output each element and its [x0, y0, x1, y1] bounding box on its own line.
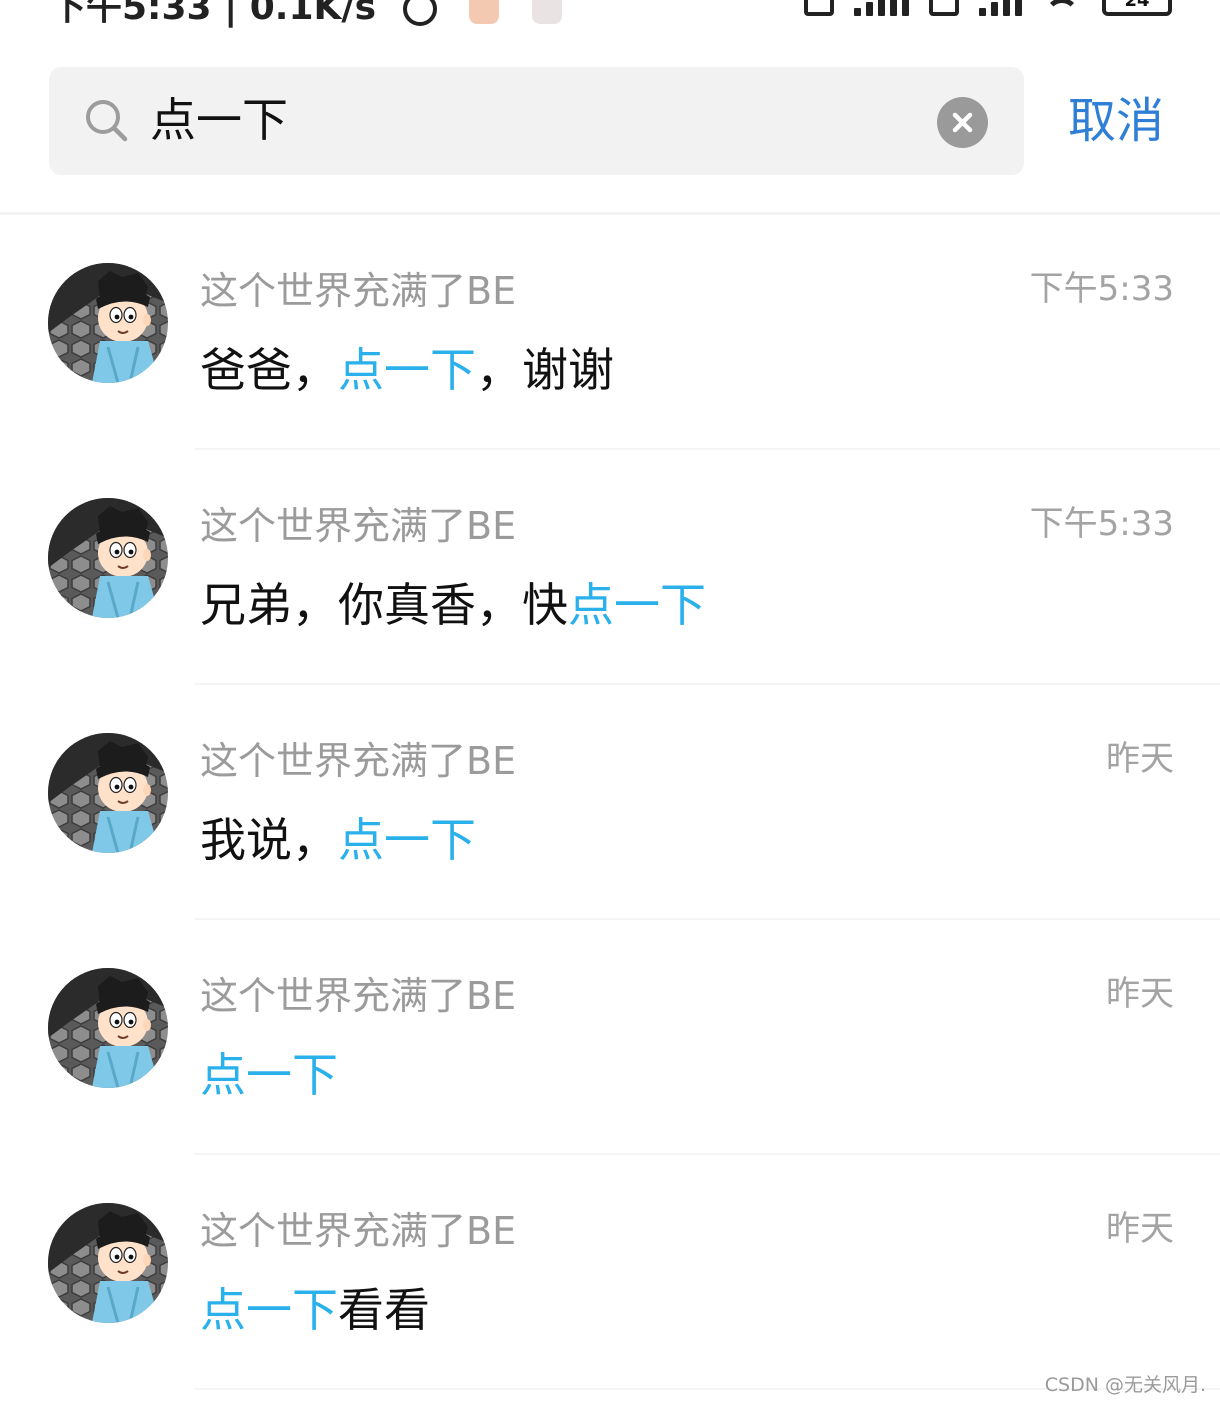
alarm-icon: [402, 0, 437, 26]
message-segment: 我说，: [200, 813, 338, 867]
avatar: [48, 1203, 168, 1323]
status-bar-right: 24: [804, 0, 1172, 16]
result-item-4[interactable]: 这个世界充满了BE 昨天 点一下: [0, 920, 1220, 1155]
sender-name: 这个世界充满了BE: [200, 504, 517, 548]
result-list: 这个世界充满了BE 下午5:33 爸爸，点一下，谢谢 这个世界充满了BE 下午5…: [0, 215, 1220, 1390]
message-segment: 爸爸，: [200, 343, 338, 397]
hd-icon: [929, 0, 959, 16]
message-text: 点一下: [200, 1042, 338, 1108]
message-segment: 看看: [338, 1283, 430, 1337]
wifi-icon: [1042, 0, 1082, 16]
avatar: [48, 733, 168, 853]
message-time: 下午5:33: [1029, 504, 1174, 544]
result-item-1[interactable]: 这个世界充满了BE 下午5:33 爸爸，点一下，谢谢: [0, 215, 1220, 450]
message-time: 昨天: [1106, 1209, 1174, 1249]
status-time: 下午5:33 | 0.1K/s: [50, 0, 377, 28]
cartoon-boy-avatar-icon: [48, 1203, 168, 1323]
hd-icon: [804, 0, 834, 16]
message-text: 兄弟，你真香，快点一下: [200, 572, 706, 638]
message-segment: ，谢谢: [476, 343, 614, 397]
message-segment: 兄弟，你真香，快: [200, 578, 568, 632]
signal-icon: [854, 0, 909, 16]
sender-name: 这个世界充满了BE: [200, 1209, 517, 1253]
status-bar-left: 下午5:33 | 0.1K/s: [50, 0, 562, 30]
cartoon-boy-avatar-icon: [48, 498, 168, 618]
keyword-highlight: 点一下: [568, 578, 706, 632]
battery-icon: 24: [1102, 0, 1172, 16]
cancel-button[interactable]: 取消: [1068, 86, 1164, 156]
maps-notification-icon: [531, 0, 562, 24]
keyword-highlight: 点一下: [200, 1048, 338, 1102]
sender-name: 这个世界充满了BE: [200, 974, 517, 1018]
message-time: 下午5:33: [1029, 269, 1174, 309]
search-input[interactable]: [150, 80, 910, 160]
search-icon: [86, 100, 128, 142]
watermark: CSDN @无关风月.: [1044, 1374, 1206, 1396]
cartoon-boy-avatar-icon: [48, 733, 168, 853]
app-notification-icon: [469, 0, 500, 24]
keyword-highlight: 点一下: [338, 813, 476, 867]
clear-button[interactable]: [937, 97, 988, 148]
sender-name: 这个世界充满了BE: [200, 739, 517, 783]
avatar: [48, 968, 168, 1088]
battery-level: 24: [1124, 0, 1150, 11]
status-bar: 下午5:33 | 0.1K/s 24: [0, 0, 1220, 40]
result-item-2[interactable]: 这个世界充满了BE 下午5:33 兄弟，你真香，快点一下: [0, 450, 1220, 685]
clear-icon: [952, 112, 973, 133]
result-item-5[interactable]: 这个世界充满了BE 昨天 点一下看看: [0, 1155, 1220, 1390]
message-text: 点一下看看: [200, 1277, 430, 1343]
cartoon-boy-avatar-icon: [48, 968, 168, 1088]
message-text: 爸爸，点一下，谢谢: [200, 337, 614, 403]
cartoon-boy-avatar-icon: [48, 263, 168, 383]
avatar: [48, 263, 168, 383]
message-text: 我说，点一下: [200, 807, 476, 873]
signal-icon: [979, 0, 1022, 16]
message-time: 昨天: [1106, 739, 1174, 779]
avatar: [48, 498, 168, 618]
keyword-highlight: 点一下: [338, 343, 476, 397]
message-time: 昨天: [1106, 974, 1174, 1014]
result-item-3[interactable]: 这个世界充满了BE 昨天 我说，点一下: [0, 685, 1220, 920]
keyword-highlight: 点一下: [200, 1283, 338, 1337]
sender-name: 这个世界充满了BE: [200, 269, 517, 313]
